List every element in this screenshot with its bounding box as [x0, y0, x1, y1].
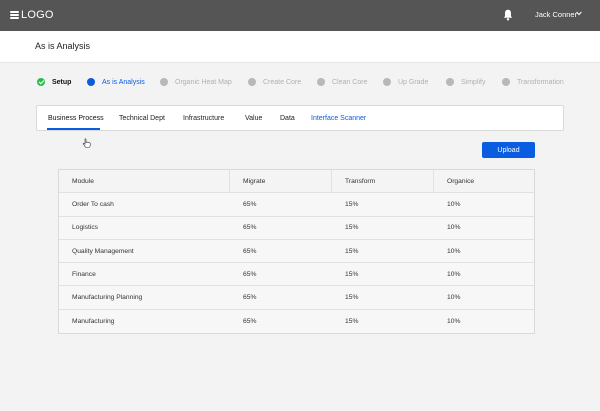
module-cell: Order To cash [72, 200, 114, 208]
active-tab-indicator [47, 128, 100, 130]
step-label: Simplify [461, 78, 486, 86]
transform-cell: 15% [345, 200, 359, 208]
table-row[interactable]: Finance 65% 15% 10% [59, 263, 534, 287]
transform-cell: 15% [345, 317, 359, 325]
tab-infrastructure[interactable]: Infrastructure [183, 115, 224, 122]
table-row[interactable]: Manufacturing Planning 65% 15% 10% [59, 286, 534, 310]
step-label: Transformation [517, 78, 564, 86]
step-dot-icon [317, 78, 325, 86]
column-header-transform[interactable]: Transform [332, 170, 434, 193]
step-label: Setup [52, 78, 72, 86]
module-table: Module Migrate Transform Organice Order … [58, 169, 535, 335]
table-row[interactable]: Logistics 65% 15% 10% [59, 217, 534, 240]
step-clean-core[interactable]: Clean Core [317, 78, 367, 86]
module-cell: Finance [72, 270, 96, 278]
tab-value[interactable]: Value [245, 115, 262, 122]
organice-cell: 10% [447, 224, 461, 232]
transform-cell: 15% [345, 224, 359, 232]
step-dot-icon [383, 78, 391, 86]
module-cell: Manufacturing [72, 317, 115, 325]
chevron-down-icon[interactable] [576, 11, 582, 16]
tab-data[interactable]: Data [280, 115, 295, 122]
step-dot-icon [87, 78, 95, 86]
organice-cell: 10% [447, 200, 461, 208]
step-setup[interactable]: Setup [37, 78, 71, 86]
migrate-cell: 65% [243, 294, 257, 302]
step-dot-icon [248, 78, 256, 86]
step-dot-icon [502, 78, 510, 86]
migrate-cell: 65% [243, 270, 257, 278]
organice-cell: 10% [447, 317, 461, 325]
tab-technical-dept[interactable]: Technical Dept [119, 115, 165, 122]
module-cell: Quality Management [72, 247, 134, 255]
step-label: Organic Heat Map [175, 78, 232, 86]
step-create-core[interactable]: Create Core [248, 78, 301, 86]
progress-steps: Setup As is Analysis Organic Heat Map Cr… [0, 78, 600, 92]
migrate-cell: 65% [243, 247, 257, 255]
step-label: Create Core [263, 78, 302, 86]
tab-business-process[interactable]: Business Process [48, 115, 104, 122]
step-dot-icon [446, 78, 454, 86]
step-organic-heat-map[interactable]: Organic Heat Map [160, 78, 232, 86]
step-simplify[interactable]: Simplify [446, 78, 486, 86]
table-header-row: Module Migrate Transform Organice [59, 170, 534, 194]
module-cell: Logistics [72, 224, 99, 232]
transform-cell: 15% [345, 247, 359, 255]
organice-cell: 10% [447, 247, 461, 255]
step-up-grade[interactable]: Up Grade [383, 78, 428, 86]
organice-cell: 10% [447, 294, 461, 302]
table-row[interactable]: Order To cash 65% 15% 10% [59, 193, 534, 217]
step-dot-icon [160, 78, 168, 86]
top-bar: LOGO Jack Conner [0, 0, 600, 31]
step-as-is-analysis[interactable]: As is Analysis [87, 78, 145, 86]
migrate-cell: 65% [243, 200, 257, 208]
migrate-cell: 65% [243, 224, 257, 232]
tab-interface-scanner[interactable]: Interface Scanner [311, 115, 366, 122]
transform-cell: 15% [345, 270, 359, 278]
organice-cell: 10% [447, 270, 461, 278]
logo[interactable]: LOGO [21, 9, 54, 21]
column-header-migrate[interactable]: Migrate [230, 170, 332, 193]
step-label: Clean Core [332, 78, 368, 86]
transform-cell: 15% [345, 294, 359, 302]
table-row[interactable]: Quality Management 65% 15% 10% [59, 240, 534, 264]
page-header: As is Analysis [0, 31, 600, 63]
step-label: As is Analysis [102, 78, 145, 86]
hand-cursor-icon [82, 138, 91, 148]
column-header-module[interactable]: Module [59, 170, 230, 193]
table-row[interactable]: Manufacturing 65% 15% 10% [59, 310, 534, 333]
upload-button[interactable]: Upload [482, 142, 535, 158]
menu-icon[interactable] [10, 11, 19, 19]
column-header-organice[interactable]: Organice [434, 170, 534, 192]
check-circle-icon [37, 78, 45, 86]
bell-icon[interactable] [503, 9, 513, 21]
module-cell: Manufacturing Planning [72, 294, 143, 302]
page-title: As is Analysis [35, 41, 91, 51]
tab-bar: Business Process Technical Dept Infrastr… [36, 105, 564, 131]
user-name[interactable]: Jack Conner [535, 10, 577, 19]
migrate-cell: 65% [243, 317, 257, 325]
step-transformation[interactable]: Transformation [502, 78, 564, 86]
step-label: Up Grade [398, 78, 429, 86]
